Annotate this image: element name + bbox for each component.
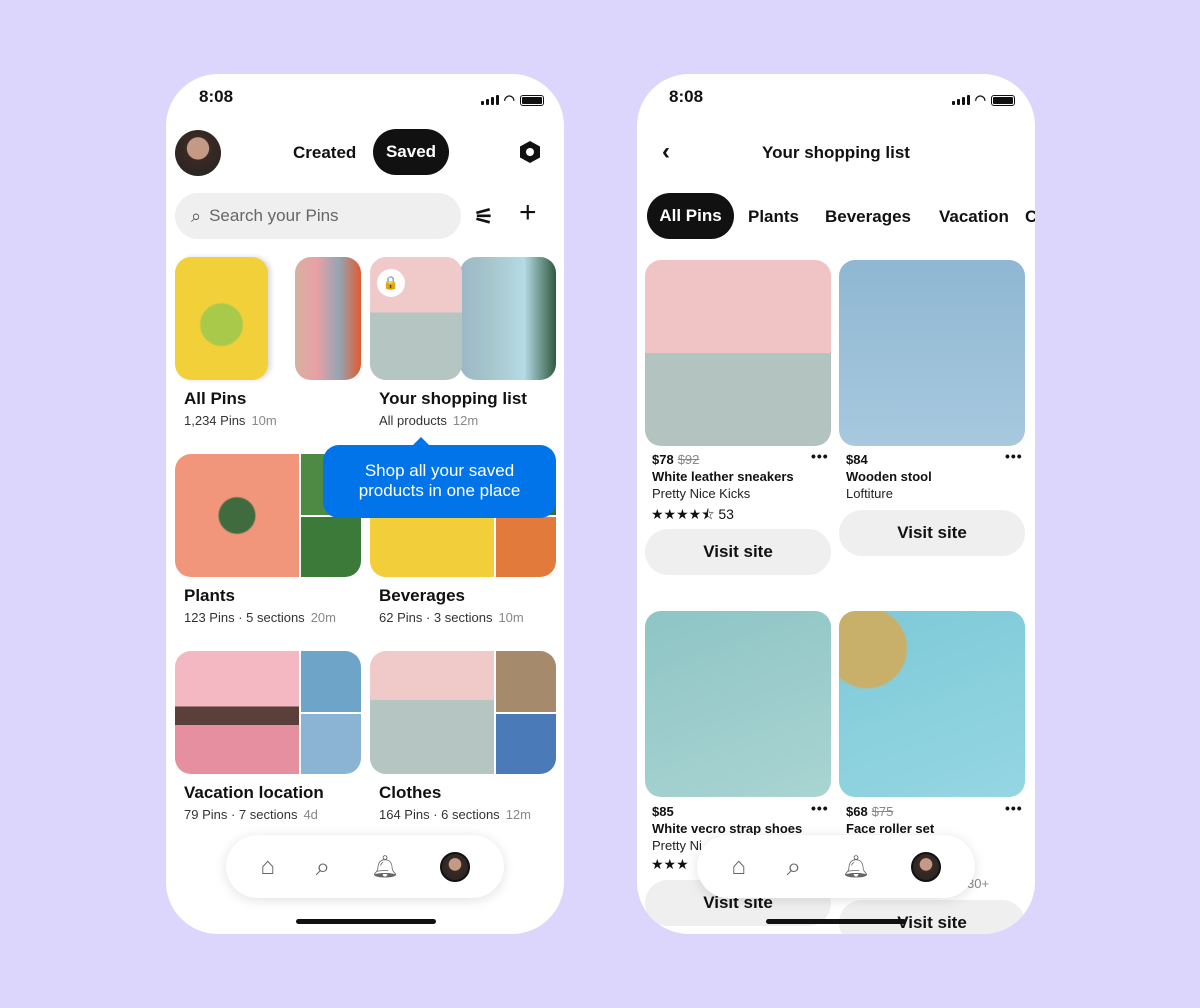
status-icons: ◠ xyxy=(480,92,544,108)
board-vacation[interactable] xyxy=(175,651,361,774)
product-price: $84 xyxy=(846,452,868,467)
filter-icon[interactable]: ⚟ xyxy=(474,204,494,230)
product-name: White vecro strap shoes xyxy=(652,821,803,836)
left-phone: 8:08 ◠ Created Saved ⌕ Search your Pins … xyxy=(166,74,564,934)
bottom-nav: ⌂ ⌕ 🔔︎ xyxy=(697,835,975,898)
visit-site-button[interactable]: Visit site xyxy=(645,529,831,575)
home-indicator xyxy=(296,919,436,924)
bell-icon[interactable]: 🔔︎ xyxy=(371,854,399,880)
filter-plants[interactable]: Plants xyxy=(748,207,799,227)
visit-site-button[interactable]: Visit site xyxy=(839,900,1025,934)
home-icon[interactable]: ⌂ xyxy=(260,853,275,881)
home-indicator xyxy=(766,919,906,924)
board-meta: 79 Pins · 7 sections 4d xyxy=(184,807,318,822)
page-title: Your shopping list xyxy=(762,143,910,162)
product-image[interactable] xyxy=(645,260,831,446)
filter-more[interactable]: C xyxy=(1025,207,1035,227)
filter-beverages[interactable]: Beverages xyxy=(825,207,911,227)
board-title: All Pins xyxy=(184,389,247,408)
board-clothes[interactable] xyxy=(370,651,556,774)
filter-vacation[interactable]: Vacation xyxy=(939,207,1009,227)
board-shopping-list[interactable]: 🔒 xyxy=(370,257,556,380)
more-options-icon[interactable]: ••• xyxy=(1005,800,1023,816)
product-price: $85 xyxy=(652,804,674,819)
plus-icon[interactable]: + xyxy=(519,198,537,228)
search-icon[interactable]: ⌕ xyxy=(787,851,802,883)
search-input[interactable]: ⌕ Search your Pins xyxy=(175,193,461,239)
more-options-icon[interactable]: ••• xyxy=(811,800,829,816)
board-all-pins[interactable] xyxy=(175,257,361,380)
signal-icon xyxy=(951,95,970,105)
profile-avatar[interactable] xyxy=(910,851,941,882)
search-icon[interactable]: ⌕ xyxy=(316,851,331,883)
status-icons: ◠ xyxy=(951,92,1015,108)
signal-icon xyxy=(480,95,499,105)
battery-icon xyxy=(520,94,544,106)
visit-site-button[interactable]: Visit site xyxy=(839,510,1025,556)
board-meta: 62 Pins · 3 sections 10m xyxy=(379,610,524,625)
board-title: Vacation location xyxy=(184,783,324,802)
home-icon[interactable]: ⌂ xyxy=(731,853,746,881)
board-meta: 164 Pins · 6 sections 12m xyxy=(379,807,531,822)
product-name: White leather sneakers xyxy=(652,469,794,484)
board-title: Clothes xyxy=(379,783,442,802)
profile-avatar[interactable] xyxy=(439,851,470,882)
product-image[interactable] xyxy=(645,611,831,797)
search-icon: ⌕ xyxy=(191,205,202,226)
product-image[interactable] xyxy=(839,611,1025,797)
product-image[interactable] xyxy=(839,260,1025,446)
product-brand: Pretty Ni xyxy=(652,838,702,853)
tab-created[interactable]: Created xyxy=(293,143,356,163)
board-meta: All products 12m xyxy=(379,413,479,428)
bottom-nav: ⌂ ⌕ 🔔︎ xyxy=(226,835,504,898)
wifi-icon: ◠ xyxy=(974,92,986,107)
filter-all-pins[interactable]: All Pins xyxy=(647,193,734,239)
more-options-icon[interactable]: ••• xyxy=(1005,448,1023,464)
search-placeholder: Search your Pins xyxy=(209,206,339,225)
stars-icon: ★★★★⯪ xyxy=(651,506,715,522)
board-meta: 123 Pins · 5 sections 20m xyxy=(184,610,336,625)
more-options-icon[interactable]: ••• xyxy=(811,448,829,464)
product-brand: Loftiture xyxy=(846,486,893,501)
tab-saved[interactable]: Saved xyxy=(373,129,449,175)
product-name: Face roller set xyxy=(846,821,935,836)
board-title: Beverages xyxy=(379,586,466,605)
board-title: Your shopping list xyxy=(379,389,527,408)
lock-icon: 🔒 xyxy=(377,269,405,297)
settings-icon[interactable] xyxy=(520,141,540,163)
tooltip: Shop all your saved products in one plac… xyxy=(323,445,556,518)
product-name: Wooden stool xyxy=(846,469,932,484)
product-brand: Pretty Nice Kicks xyxy=(652,486,751,501)
board-meta: 1,234 Pins 10m xyxy=(184,413,277,428)
right-phone: 8:08 ◠ ‹ Your shopping list All Pins Pla… xyxy=(637,74,1035,934)
stars-icon: ★★★ xyxy=(651,856,689,872)
product-price: $78 $92 xyxy=(652,452,700,467)
battery-icon xyxy=(991,94,1015,106)
status-time: 8:08 xyxy=(669,87,704,106)
status-time: 8:08 xyxy=(199,87,234,106)
avatar[interactable] xyxy=(175,130,221,176)
tooltip-arrow xyxy=(412,437,430,446)
product-price: $68 $75 xyxy=(846,804,894,819)
board-title: Plants xyxy=(184,586,236,605)
wifi-icon: ◠ xyxy=(503,92,515,107)
rating: ★★★★⯪ 53 xyxy=(651,506,734,522)
bell-icon[interactable]: 🔔︎ xyxy=(842,854,870,880)
